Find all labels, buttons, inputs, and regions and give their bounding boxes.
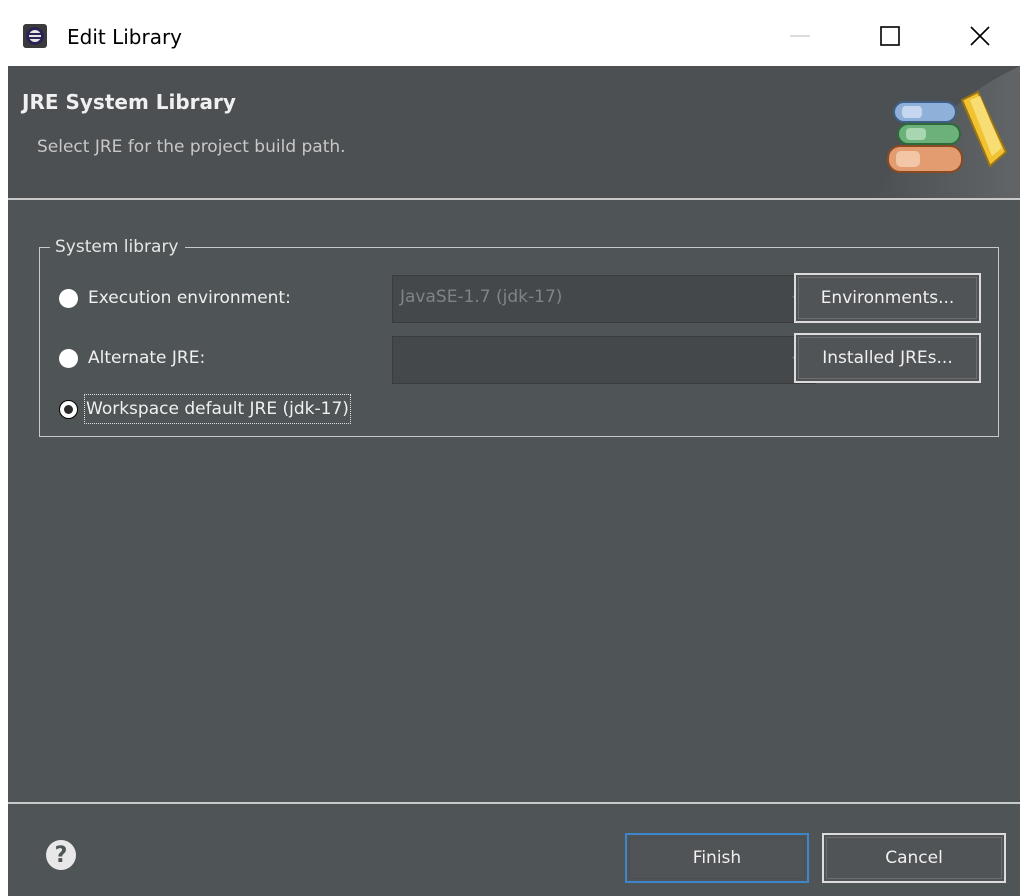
execution-environment-label[interactable]: Execution environment: <box>88 285 291 311</box>
banner-separator <box>8 198 1020 200</box>
alternate-jre-label[interactable]: Alternate JRE: <box>88 345 205 371</box>
banner-title: JRE System Library <box>22 90 236 114</box>
help-icon[interactable]: ? <box>46 840 76 870</box>
finish-button[interactable]: Finish <box>625 833 809 883</box>
footer-separator <box>8 802 1020 804</box>
wizard-banner: JRE System Library Select JRE for the pr… <box>8 66 1020 198</box>
alternate-jre-radio[interactable] <box>59 349 78 368</box>
execution-environment-radio[interactable] <box>59 289 78 308</box>
title-bar: Edit Library <box>0 0 1020 66</box>
banner-description: Select JRE for the project build path. <box>37 137 346 157</box>
eclipse-app-icon <box>23 24 47 48</box>
workspace-default-row: Workspace default JRE (jdk-17) <box>59 392 559 428</box>
cancel-button-label: Cancel <box>885 848 943 868</box>
close-icon[interactable] <box>960 16 1000 56</box>
minimize-icon[interactable] <box>780 16 820 56</box>
system-library-group: System library Execution environment: Ja… <box>39 234 999 437</box>
installed-jres-button[interactable]: Installed JREs... <box>794 333 981 383</box>
library-books-icon <box>874 66 1020 198</box>
group-legend: System library <box>50 234 185 260</box>
workspace-default-radio[interactable] <box>59 400 78 419</box>
cancel-button[interactable]: Cancel <box>822 833 1006 883</box>
alternate-jre-combo[interactable] <box>392 336 816 384</box>
environments-button[interactable]: Environments... <box>794 273 981 323</box>
execution-environment-value: JavaSE-1.7 (jdk-17) <box>400 287 563 307</box>
dialog-body: JRE System Library Select JRE for the pr… <box>8 66 1020 896</box>
environments-button-label: Environments... <box>820 288 955 308</box>
execution-environment-combo[interactable]: JavaSE-1.7 (jdk-17) <box>392 275 816 323</box>
window-title: Edit Library <box>67 25 183 49</box>
installed-jres-button-label: Installed JREs... <box>822 348 953 368</box>
workspace-default-label[interactable]: Workspace default JRE (jdk-17) <box>84 394 351 424</box>
finish-button-label: Finish <box>692 848 742 868</box>
maximize-icon[interactable] <box>870 16 910 56</box>
